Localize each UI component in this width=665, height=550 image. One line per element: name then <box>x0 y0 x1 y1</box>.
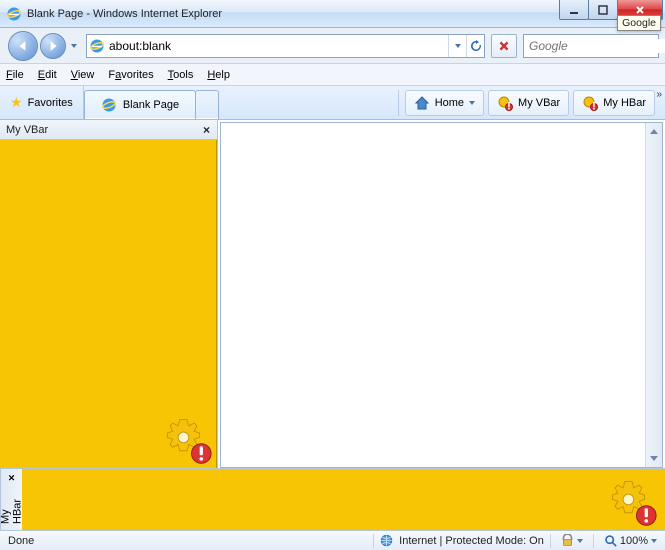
scroll-down-button[interactable] <box>646 450 662 467</box>
minimize-button[interactable] <box>559 0 589 20</box>
star-icon: ★ <box>10 94 23 111</box>
hbar-header: My HBar × <box>0 469 22 530</box>
vbar-title: My VBar <box>6 124 48 136</box>
titlebar: Blank Page - Windows Internet Explorer G… <box>0 0 665 28</box>
forward-button[interactable] <box>40 33 66 59</box>
nav-history-dropdown[interactable] <box>68 34 80 58</box>
separator <box>373 534 374 548</box>
vbar-close-button[interactable]: × <box>200 123 213 137</box>
window-title: Blank Page - Windows Internet Explorer <box>6 6 222 22</box>
stop-button[interactable] <box>491 34 517 58</box>
content-area <box>220 122 663 468</box>
address-input[interactable] <box>105 39 448 53</box>
address-bar[interactable] <box>86 34 485 58</box>
globe-icon <box>380 534 393 547</box>
google-tooltip: Google <box>617 15 661 31</box>
maximize-button[interactable] <box>588 0 618 20</box>
back-button[interactable] <box>8 31 38 61</box>
ie-icon <box>6 6 22 22</box>
vbar-body <box>0 140 217 468</box>
tab-label: Blank Page <box>123 99 179 111</box>
page-icon <box>89 38 105 54</box>
svg-text:!: ! <box>592 100 596 111</box>
search-bar[interactable] <box>523 34 659 58</box>
chevron-down-icon <box>651 539 657 543</box>
menu-view[interactable]: View <box>71 69 95 81</box>
status-security-button[interactable] <box>557 532 587 550</box>
hbar-close-button[interactable]: × <box>6 471 18 483</box>
hbar-body <box>22 469 665 530</box>
vbar-pane: My VBar × <box>0 120 218 468</box>
new-tab-button[interactable] <box>195 90 219 119</box>
gear-alert-icon: ! <box>582 95 598 111</box>
hbar-title: My HBar <box>0 489 24 524</box>
tab-blank-page[interactable]: Blank Page <box>84 90 196 119</box>
command-bar: ★ Favorites Blank Page Home ! My VBar ! … <box>0 86 665 120</box>
separator <box>550 534 551 548</box>
statusbar: Done Internet | Protected Mode: On 100% <box>0 530 665 550</box>
scroll-up-button[interactable] <box>646 123 662 140</box>
gear-alert-icon: ! <box>497 95 513 111</box>
hbar-pane: My HBar × <box>0 468 665 530</box>
refresh-button[interactable] <box>466 35 484 57</box>
ie-icon <box>101 97 117 113</box>
overflow-button[interactable]: » <box>656 88 662 100</box>
chevron-down-icon <box>469 101 475 105</box>
home-button[interactable]: Home <box>405 90 484 116</box>
menu-edit[interactable]: Edit <box>38 69 57 81</box>
menu-help[interactable]: Help <box>207 69 230 81</box>
status-mode: Internet | Protected Mode: On <box>399 535 544 547</box>
svg-text:!: ! <box>507 100 511 111</box>
search-input[interactable] <box>529 39 665 53</box>
menubar: File Edit View Favorites Tools Help <box>0 64 665 86</box>
vbar-header: My VBar × <box>0 120 217 140</box>
gear-alert-badge <box>605 478 659 528</box>
favorites-button[interactable]: ★ Favorites <box>0 86 84 119</box>
zoom-value: 100% <box>620 535 648 547</box>
status-text: Done <box>8 535 34 547</box>
my-hbar-button[interactable]: ! My HBar <box>573 90 655 116</box>
separator <box>398 90 399 116</box>
zoom-button[interactable]: 100% <box>600 532 661 550</box>
nav-row <box>0 28 665 64</box>
title-text: Blank Page - Windows Internet Explorer <box>27 8 222 20</box>
my-vbar-button[interactable]: ! My VBar <box>488 90 569 116</box>
menu-tools[interactable]: Tools <box>168 69 194 81</box>
separator <box>593 534 594 548</box>
vertical-scrollbar[interactable] <box>645 123 662 467</box>
home-icon <box>414 95 430 111</box>
address-dropdown[interactable] <box>448 35 466 57</box>
menu-favorites[interactable]: Favorites <box>108 69 153 81</box>
gear-alert-badge <box>160 416 214 466</box>
menu-file[interactable]: File <box>6 69 24 81</box>
